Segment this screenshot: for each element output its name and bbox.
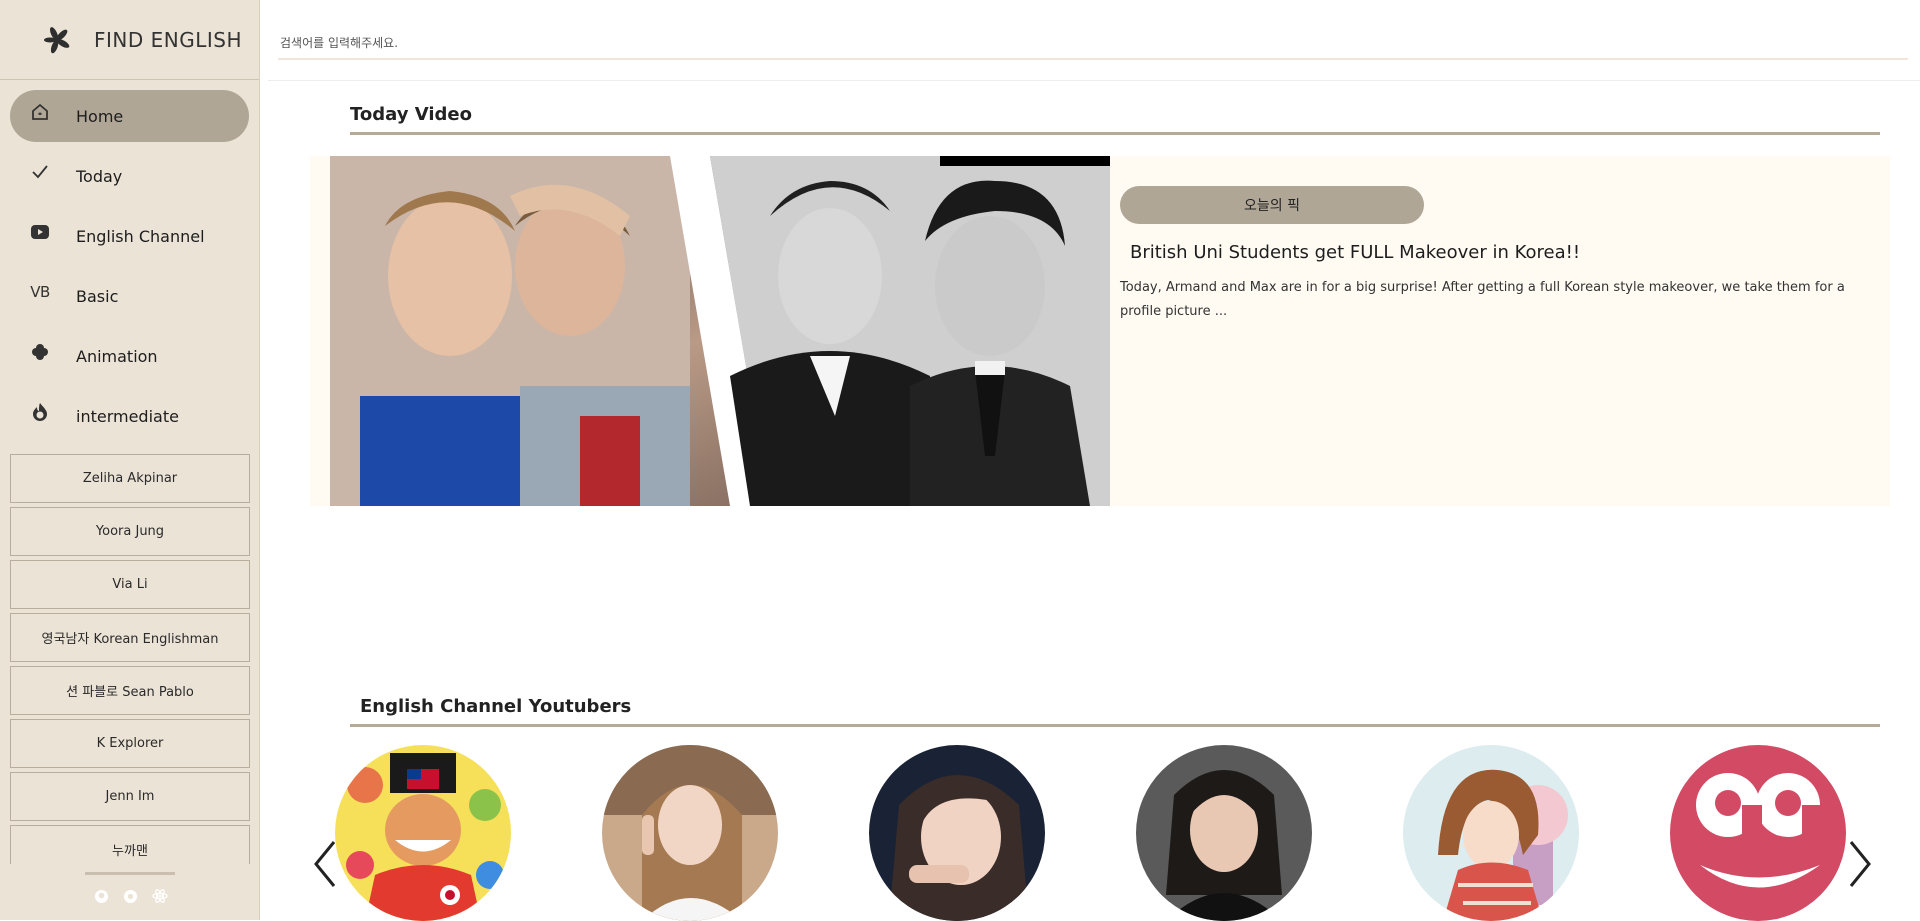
- sidebar-footer: [0, 870, 260, 920]
- fire-icon: [30, 402, 50, 422]
- youtuber-avatar[interactable]: [1136, 745, 1312, 921]
- sidebar: FIND ENGLISH Home Today English Channel …: [0, 0, 260, 920]
- top-bar: [260, 0, 1920, 81]
- today-video-heading: Today Video: [350, 104, 472, 125]
- main-nav: Home Today English Channel VB Basic Anim…: [0, 80, 259, 442]
- nav-item-basic[interactable]: VB Basic: [10, 270, 249, 322]
- youtuber-avatar-image: [602, 745, 778, 921]
- youtuber-avatar[interactable]: [602, 745, 778, 921]
- channel-list: Zeliha Akpinar Yoora Jung Via Li 영국남자 Ko…: [10, 454, 250, 864]
- youtuber-avatar-image: [869, 745, 1045, 921]
- leaf-logo-icon: [44, 26, 70, 53]
- react-icon[interactable]: [152, 888, 168, 904]
- channel-button[interactable]: Zeliha Akpinar: [10, 454, 250, 503]
- nav-item-english-channel[interactable]: English Channel: [10, 210, 249, 262]
- video-description: Today, Armand and Max are in for a big s…: [1120, 280, 1845, 319]
- section-rule: [350, 132, 1880, 135]
- thumbnail-image: [330, 156, 1110, 506]
- youtubers-heading: English Channel Youtubers: [360, 696, 632, 717]
- youtuber-avatar-image: [1136, 745, 1312, 921]
- header-divider: [268, 80, 1920, 81]
- today-video-card: 오늘의 픽 British Uni Students get FULL Make…: [310, 156, 1890, 506]
- video-thumbnail[interactable]: [330, 156, 1110, 506]
- youtuber-avatar-image: [1670, 745, 1846, 921]
- youtuber-avatar[interactable]: [335, 745, 511, 921]
- video-title[interactable]: British Uni Students get FULL Makeover i…: [1130, 242, 1580, 263]
- nav-label: Home: [76, 106, 124, 126]
- nav-label: Animation: [76, 346, 158, 366]
- youtuber-carousel: [300, 745, 1890, 921]
- nav-item-intermediate[interactable]: intermediate: [10, 390, 249, 442]
- brand-name: FIND ENGLISH: [94, 27, 242, 52]
- nav-label: intermediate: [76, 406, 179, 426]
- youtuber-avatar-image: [1403, 745, 1579, 921]
- chevron-right-icon[interactable]: [1845, 838, 1875, 890]
- github-icon[interactable]: [93, 888, 109, 904]
- nav-item-animation[interactable]: Animation: [10, 330, 249, 382]
- chrome-icon[interactable]: [122, 888, 138, 904]
- home-icon: [30, 102, 50, 122]
- youtuber-avatar[interactable]: [1403, 745, 1579, 921]
- vb-icon: VB: [30, 283, 50, 301]
- channel-button[interactable]: Jenn Im: [10, 772, 250, 821]
- check-icon: [30, 162, 50, 182]
- footer-divider: [85, 872, 175, 875]
- channel-button[interactable]: 영국남자 Korean Englishman: [10, 613, 250, 662]
- brand[interactable]: FIND ENGLISH: [0, 0, 259, 80]
- youtube-icon: [30, 222, 50, 242]
- pick-badge: 오늘의 픽: [1120, 186, 1424, 224]
- channel-button[interactable]: Via Li: [10, 560, 250, 609]
- nav-label: English Channel: [76, 226, 205, 246]
- channel-button[interactable]: Yoora Jung: [10, 507, 250, 556]
- youtuber-avatar-image: [335, 745, 511, 921]
- nav-label: Today: [76, 166, 123, 186]
- nav-item-today[interactable]: Today: [10, 150, 249, 202]
- youtuber-avatar[interactable]: [869, 745, 1045, 921]
- channel-button[interactable]: K Explorer: [10, 719, 250, 768]
- search-input[interactable]: [278, 28, 1908, 60]
- section-rule: [350, 724, 1880, 727]
- youtuber-avatar[interactable]: [1670, 745, 1846, 921]
- clover-icon: [30, 342, 50, 362]
- nav-label: Basic: [76, 286, 119, 306]
- channel-button[interactable]: 션 파블로 Sean Pablo: [10, 666, 250, 715]
- channel-button[interactable]: 누까맨: [10, 825, 250, 864]
- nav-item-home[interactable]: Home: [10, 90, 249, 142]
